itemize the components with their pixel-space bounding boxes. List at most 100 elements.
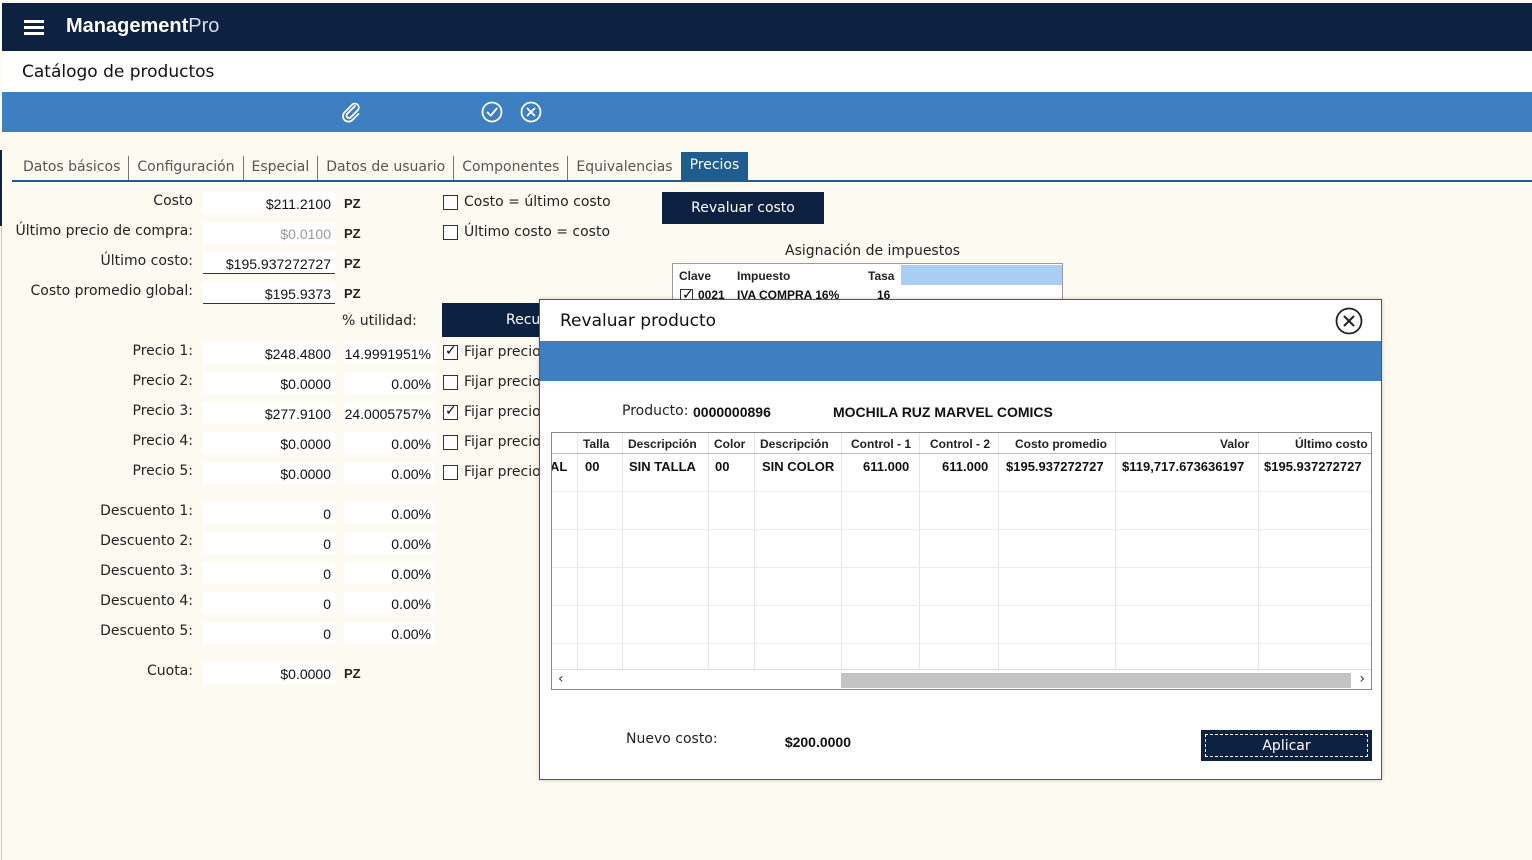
precio-1-label: Precio 1:	[132, 343, 193, 359]
grid-cell-cut: AL	[551, 459, 568, 474]
fijar-precio-4-checkbox[interactable]	[443, 435, 458, 450]
tab-componentes[interactable]: Componentes	[454, 156, 569, 180]
ultimo-costo-label: Último costo:	[100, 253, 194, 269]
ultimo-costo-field: $195.937272727	[203, 252, 335, 274]
paperclip-icon[interactable]	[340, 101, 362, 123]
ultimo-costo-unit: PZ	[344, 256, 361, 271]
tab-underline	[12, 180, 1532, 182]
grid-cell-control-1: 611.000	[863, 459, 910, 474]
precio-2-percent[interactable]: 0.00%	[344, 372, 435, 394]
page-title: Catálogo de productos	[22, 62, 215, 82]
costo-ultimo-checkbox[interactable]	[443, 195, 458, 210]
descuento-3-percent[interactable]: 0.00%	[344, 562, 435, 584]
descuento-3-field[interactable]: 0	[203, 562, 335, 584]
precio-4-label: Precio 4:	[132, 433, 193, 449]
grid-cell-valor: $119,717.673636197	[1122, 459, 1245, 474]
close-circle-icon[interactable]	[520, 101, 542, 123]
scroll-left-icon[interactable]: ‹	[558, 671, 564, 687]
descuento-2-label: Descuento 2:	[100, 533, 193, 549]
left-border	[1, 226, 2, 860]
grid-cell-color: 00	[715, 459, 730, 474]
fijar-precio-3-checkbox[interactable]	[443, 403, 458, 420]
tab-configuracion[interactable]: Configuración	[129, 156, 244, 180]
descuento-2-percent[interactable]: 0.00%	[344, 532, 435, 554]
ultimo-precio-label: Último precio de compra:	[15, 223, 193, 239]
grid-horizontal-scrollbar[interactable]: ‹ ›	[552, 669, 1371, 689]
fijar-precio-1-checkbox[interactable]	[443, 343, 458, 360]
dialog-close-icon[interactable]	[1335, 307, 1363, 335]
tax-header-impuesto: Impuesto	[737, 269, 791, 283]
ultimo-precio-unit: PZ	[344, 226, 361, 241]
tab-datos-usuario[interactable]: Datos de usuario	[318, 156, 455, 180]
fijar-precio-3-label: Fijar precio	[464, 404, 541, 420]
grid-header-control-2: Control - 2	[930, 437, 990, 451]
descuento-4-field[interactable]: 0	[203, 592, 335, 614]
precio-3-percent[interactable]: 24.0005757%	[344, 402, 435, 424]
cuota-field[interactable]: $0.0000	[203, 662, 335, 684]
producto-label: Producto:	[622, 403, 689, 419]
nuevo-costo-field[interactable]: $200.0000	[723, 730, 853, 752]
aplicar-button[interactable]: Aplicar	[1201, 730, 1372, 761]
revaluar-costo-button[interactable]: Revaluar costo	[662, 192, 824, 224]
grid-cell-descripcion-color: SIN COLOR	[762, 459, 835, 474]
nuevo-costo-label: Nuevo costo:	[626, 731, 718, 747]
producto-name: MOCHILA RUZ MARVEL COMICS	[833, 404, 1053, 420]
grid-cell-ultimo-costo: $195.937272727	[1264, 459, 1362, 474]
tax-header-tasa: Tasa	[868, 269, 895, 283]
toolbar	[2, 92, 1532, 132]
aplicar-button-label: Aplicar	[1205, 734, 1368, 757]
grid-header-valor: Valor	[1220, 437, 1250, 451]
app-title: ManagementPro	[66, 15, 220, 37]
grid-header-ultimo-costo: Último costo	[1295, 437, 1368, 451]
grid-header-color: Color	[714, 437, 746, 451]
tab-especial[interactable]: Especial	[244, 156, 319, 180]
cuota-label: Cuota:	[147, 663, 193, 679]
tax-table: Clave Impuesto Tasa 0021 IVA COMPRA 16% …	[672, 263, 1063, 301]
tab-datos-basicos[interactable]: Datos básicos	[12, 156, 130, 180]
grid-cell-talla: 00	[585, 459, 600, 474]
fijar-precio-1-label: Fijar precio	[464, 344, 541, 360]
descuento-4-label: Descuento 4:	[100, 593, 193, 609]
grid-header-costo-promedio: Costo promedio	[1015, 437, 1107, 451]
precio-1-field[interactable]: $248.4800	[203, 342, 335, 364]
precio-2-label: Precio 2:	[132, 373, 193, 389]
dialog-toolbar	[540, 341, 1381, 381]
descuento-2-field[interactable]: 0	[203, 532, 335, 554]
descuento-1-field[interactable]: 0	[203, 502, 335, 524]
precio-4-field[interactable]: $0.0000	[203, 432, 335, 454]
fijar-precio-2-label: Fijar precio	[464, 374, 541, 390]
descuento-1-label: Descuento 1:	[100, 503, 193, 519]
tax-header: Clave Impuesto Tasa	[673, 264, 1062, 286]
precio-2-field[interactable]: $0.0000	[203, 372, 335, 394]
precio-3-field[interactable]: $277.9100	[203, 402, 335, 424]
revaluar-producto-dialog: Revaluar producto Producto: 0000000896 M…	[539, 299, 1382, 780]
fijar-precio-5-checkbox[interactable]	[443, 465, 458, 480]
tab-precios[interactable]: Precios	[680, 152, 749, 180]
descuento-4-percent[interactable]: 0.00%	[344, 592, 435, 614]
tab-bar: Datos básicos Configuración Especial Dat…	[12, 152, 749, 180]
scroll-right-icon[interactable]: ›	[1359, 671, 1365, 687]
tab-equivalencias[interactable]: Equivalencias	[568, 156, 680, 180]
grid-header-descripcion-color: Descripción	[760, 437, 829, 451]
menu-icon[interactable]	[24, 20, 44, 36]
precio-5-field[interactable]: $0.0000	[203, 462, 335, 484]
producto-code: 0000000896	[693, 404, 771, 420]
descuento-5-field[interactable]: 0	[203, 622, 335, 644]
precio-1-percent[interactable]: 14.9991951%	[344, 342, 435, 364]
precio-5-label: Precio 5:	[132, 463, 193, 479]
costo-label: Costo	[153, 193, 193, 209]
descuento-5-label: Descuento 5:	[100, 623, 193, 639]
precio-4-percent[interactable]: 0.00%	[344, 432, 435, 454]
app-header: ManagementPro	[2, 3, 1532, 51]
grid-header-talla: Talla	[583, 437, 610, 451]
descuento-1-percent[interactable]: 0.00%	[344, 502, 435, 524]
costo-field[interactable]: $211.2100	[203, 192, 335, 214]
check-circle-icon[interactable]	[481, 101, 503, 123]
revaluar-grid: Talla Descripción Color Descripción Cont…	[551, 432, 1372, 690]
precio-5-percent[interactable]: 0.00%	[344, 462, 435, 484]
page-header: Catálogo de productos	[2, 51, 1532, 92]
ultimo-costo-checkbox[interactable]	[443, 225, 458, 240]
fijar-precio-2-checkbox[interactable]	[443, 375, 458, 390]
scrollbar-thumb[interactable]	[841, 673, 1351, 688]
descuento-5-percent[interactable]: 0.00%	[344, 622, 435, 644]
